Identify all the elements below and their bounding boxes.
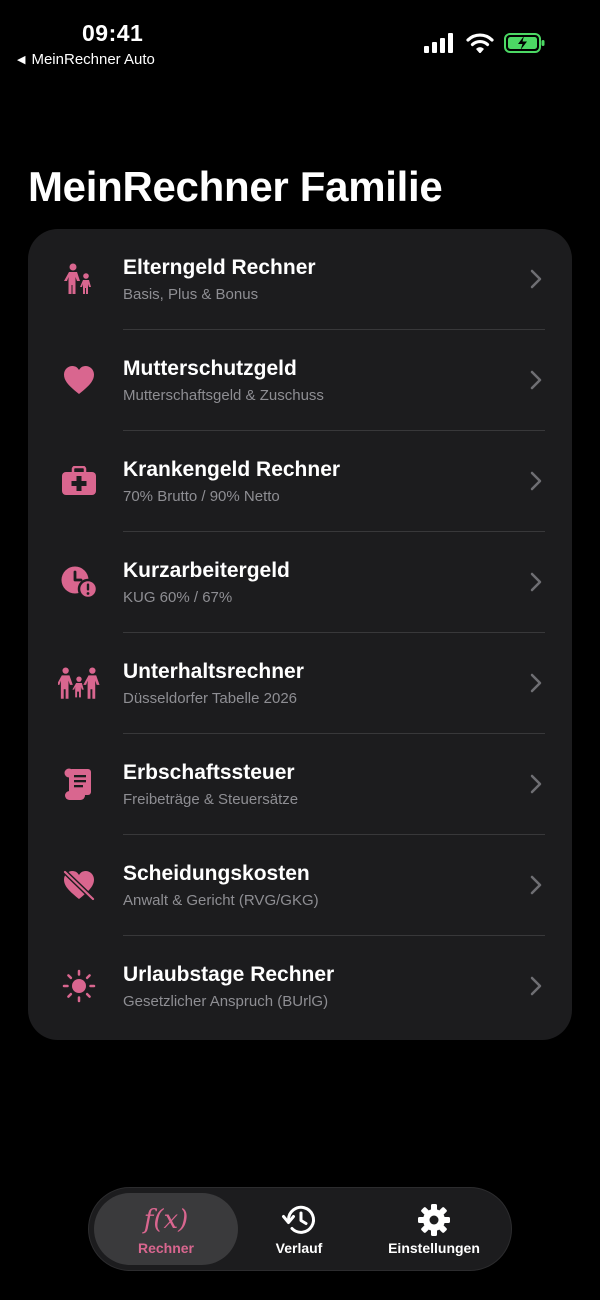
item-title: Unterhaltsrechner (123, 660, 304, 683)
list-item-krankengeld[interactable]: Krankengeld Rechner 70% Brutto / 90% Net… (28, 431, 572, 532)
back-app-label: MeinRechner Auto (31, 51, 155, 68)
item-title: Mutterschutzgeld (123, 357, 297, 380)
broken-heart-icon (58, 867, 100, 903)
history-icon (281, 1203, 317, 1237)
status-icons (424, 33, 546, 53)
chevron-right-icon (530, 774, 542, 794)
list-item-scheidungskosten[interactable]: Scheidungskosten Anwalt & Gericht (RVG/G… (28, 835, 572, 936)
page-title: MeinRechner Familie (28, 163, 443, 210)
cellular-signal-icon (424, 33, 453, 53)
item-title: Scheidungskosten (123, 862, 310, 885)
tab-rechner[interactable]: f(x) Rechner (94, 1193, 238, 1265)
item-subtitle: Freibeträge & Steuersätze (123, 791, 299, 808)
scroll-icon (58, 766, 100, 802)
list-item-erbschaftssteuer[interactable]: Erbschaftssteuer Freibeträge & Steuersät… (28, 734, 572, 835)
sun-icon (58, 968, 100, 1004)
wifi-icon (466, 33, 494, 53)
item-title: Krankengeld Rechner (123, 458, 341, 481)
family-icon (58, 665, 100, 701)
back-triangle-icon: ◀ (17, 54, 26, 66)
calculator-list: Elterngeld Rechner Basis, Plus & Bonus M… (28, 229, 572, 1040)
tab-verlauf[interactable]: Verlauf (244, 1193, 354, 1265)
list-item-kurzarbeitergeld[interactable]: Kurzarbeitergeld KUG 60% / 67% (28, 532, 572, 633)
item-subtitle: Düsseldorfer Tabelle 2026 (123, 690, 298, 707)
item-title: Elterngeld Rechner (123, 256, 316, 279)
status-bar: 09:41 ◀ MeinRechner Auto (0, 0, 600, 80)
back-to-app-link[interactable]: ◀ MeinRechner Auto (17, 51, 155, 68)
tab-bar: f(x) Rechner Verlauf Einstellungen (88, 1187, 512, 1271)
list-item-elterngeld[interactable]: Elterngeld Rechner Basis, Plus & Bonus (28, 229, 572, 330)
chevron-right-icon (530, 673, 542, 693)
list-item-unterhaltsrechner[interactable]: Unterhaltsrechner Düsseldorfer Tabelle 2… (28, 633, 572, 734)
list-item-urlaubstage[interactable]: Urlaubstage Rechner Gesetzlicher Anspruc… (28, 936, 572, 1037)
gear-icon (417, 1203, 451, 1237)
item-subtitle: 70% Brutto / 90% Netto (123, 488, 280, 505)
item-title: Kurzarbeitergeld (123, 559, 290, 582)
function-icon-glyph: f(x) (143, 1204, 189, 1235)
chevron-right-icon (530, 875, 542, 895)
item-subtitle: Anwalt & Gericht (RVG/GKG) (123, 892, 319, 909)
item-title: Erbschaftssteuer (123, 761, 295, 784)
medical-kit-icon (58, 463, 100, 499)
clock-alert-icon (58, 564, 100, 600)
list-item-mutterschutzgeld[interactable]: Mutterschutzgeld Mutterschaftsgeld & Zus… (28, 330, 572, 431)
status-time: 09:41 (82, 20, 144, 46)
battery-charging-icon (504, 33, 545, 53)
chevron-right-icon (530, 572, 542, 592)
tab-label: Rechner (137, 1239, 195, 1256)
chevron-right-icon (530, 269, 542, 289)
function-icon: f(x) (144, 1203, 189, 1237)
item-title: Urlaubstage Rechner (123, 963, 335, 986)
chevron-right-icon (530, 370, 542, 390)
item-subtitle: Gesetzlicher Anspruch (BUrlG) (123, 993, 329, 1010)
tab-label: Einstellungen (388, 1239, 480, 1256)
item-subtitle: Mutterschaftsgeld & Zuschuss (123, 387, 324, 404)
tab-label: Verlauf (275, 1239, 323, 1256)
item-subtitle: KUG 60% / 67% (123, 589, 233, 606)
tab-einstellungen[interactable]: Einstellungen (369, 1193, 499, 1265)
chevron-right-icon (530, 471, 542, 491)
parent-child-icon (58, 261, 100, 297)
chevron-right-icon (530, 976, 542, 996)
item-subtitle: Basis, Plus & Bonus (123, 286, 259, 303)
heart-icon (58, 362, 100, 398)
